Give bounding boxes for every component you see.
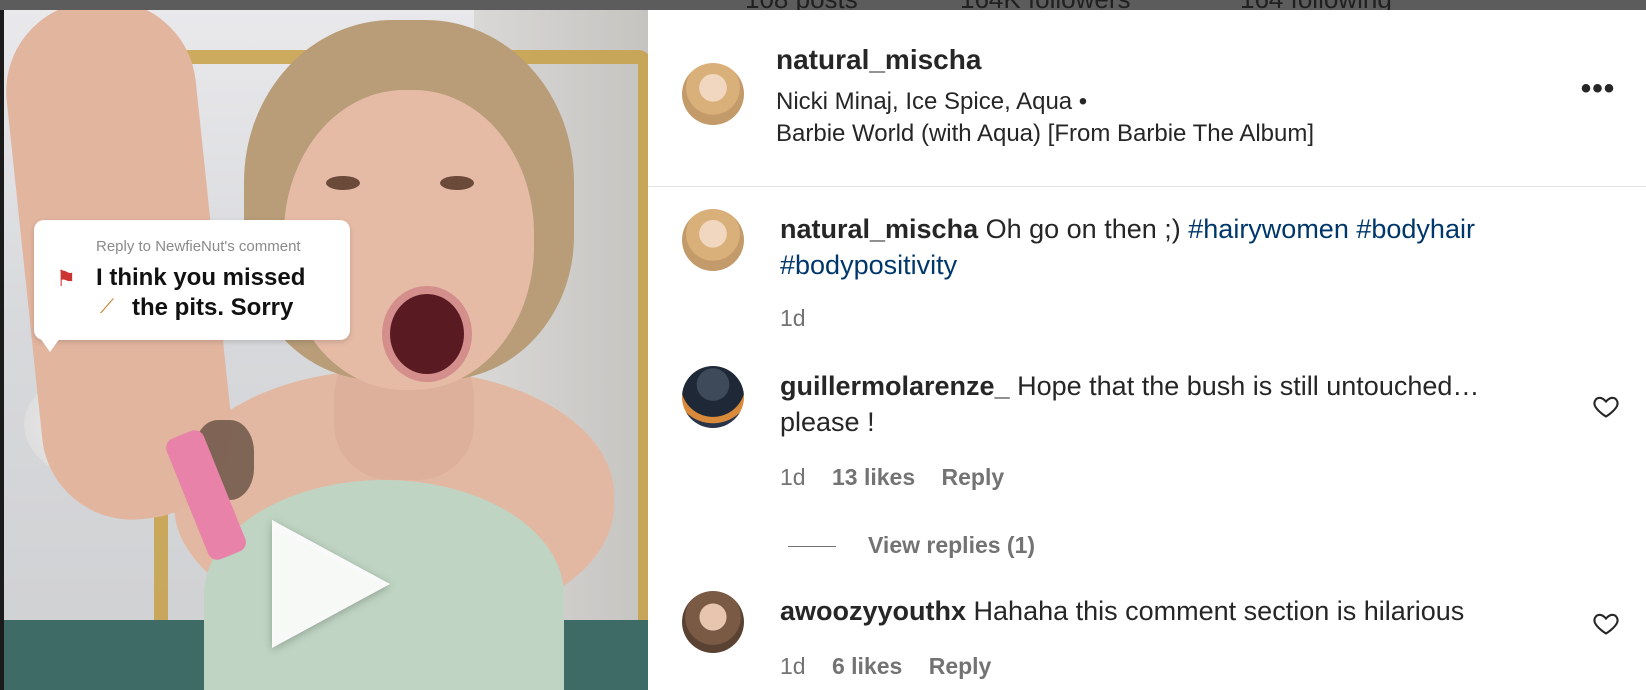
comment-likes[interactable]: 6 likes (832, 653, 902, 679)
caption-time: 1d (780, 305, 806, 331)
followers-count: 164K followers (960, 0, 1131, 10)
comment-body: Hahaha this comment section is hilarious (973, 596, 1465, 626)
heart-outline-icon[interactable] (1592, 609, 1620, 637)
play-icon[interactable] (272, 520, 390, 648)
hashtag-link[interactable]: #bodypositivity (780, 250, 957, 280)
caption-author[interactable]: natural_mischa (780, 214, 978, 244)
reply-text-line2: the pits. Sorry (132, 294, 294, 321)
reply-to-label: Reply to NewfieNut's comment (96, 238, 301, 255)
comment-author[interactable]: awoozyyouthx (780, 596, 966, 626)
comment-meta: 1d 13 likes Reply (780, 464, 1024, 491)
comment-likes[interactable]: 13 likes (832, 464, 915, 490)
music-song[interactable]: Barbie World (with Aqua) [From Barbie Th… (776, 120, 1314, 148)
comment-meta: 1d 6 likes Reply (780, 653, 1011, 680)
posts-count: 108 posts (745, 0, 858, 10)
music-artists[interactable]: Nicki Minaj, Ice Spice, Aqua • (776, 88, 1087, 116)
post-header: natural_mischa Nicki Minaj, Ice Spice, A… (648, 10, 1646, 187)
avatar[interactable] (682, 591, 744, 653)
heart-outline-icon[interactable] (1592, 392, 1620, 420)
post-username[interactable]: natural_mischa (776, 44, 981, 76)
profile-stats-backdrop: 108 posts 164K followers 164 following (0, 0, 1646, 10)
avatar[interactable] (682, 209, 744, 271)
caption-body: Oh go on then ;) (985, 214, 1181, 244)
replies-divider (788, 546, 836, 548)
reply-sticker: Reply to NewfieNut's comment ⚑ I think y… (34, 220, 350, 352)
more-options-icon[interactable]: ••• (1568, 74, 1628, 104)
caption-meta: 1d (780, 305, 826, 332)
comment-time: 1d (780, 653, 806, 679)
caption-text: natural_mischa Oh go on then ;) #hairywo… (780, 211, 1540, 283)
hashtag-link[interactable]: #bodyhair (1356, 214, 1475, 244)
video-player[interactable]: Reply to NewfieNut's comment ⚑ I think y… (4, 10, 648, 690)
hashtag-link[interactable]: #hairywomen (1188, 214, 1349, 244)
comment-text: awoozyyouthx Hahaha this comment section… (780, 593, 1540, 629)
view-replies-button[interactable]: View replies (1) (788, 532, 1035, 559)
comment-text: guillermolarenze_ Hope that the bush is … (780, 368, 1540, 440)
post-details-panel: natural_mischa Nicki Minaj, Ice Spice, A… (648, 10, 1646, 690)
commenter-avatar-icon: ⚑ (56, 266, 76, 291)
following-count: 164 following (1240, 0, 1392, 10)
comment-time: 1d (780, 464, 806, 490)
reply-text-line1: I think you missed (96, 264, 306, 291)
avatar[interactable] (682, 366, 744, 428)
reply-button[interactable]: Reply (929, 653, 992, 679)
avatar[interactable] (682, 63, 744, 125)
comment-author[interactable]: guillermolarenze_ (780, 371, 1010, 401)
reply-button[interactable]: Reply (942, 464, 1005, 490)
